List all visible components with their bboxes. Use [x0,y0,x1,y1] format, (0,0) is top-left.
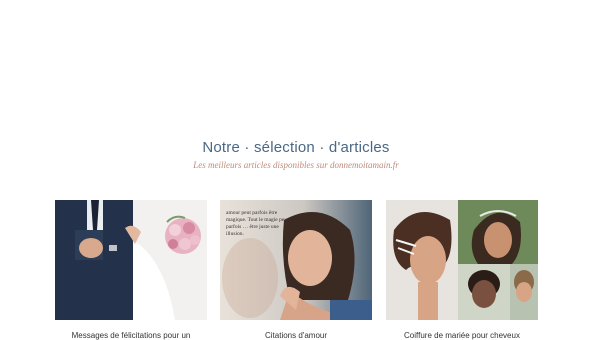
bridal-hairstyles-image[interactable] [386,200,538,320]
header-area [0,0,592,130]
article-caption[interactable]: Messages de félicitations pour un [55,331,207,340]
article-card-wedding-messages[interactable]: Messages de félicitations pour un [55,200,207,340]
quote-overlay-text: amour peut parfois être magique. Tout le… [226,210,289,237]
section-title: Notre · sélection · d'articles [202,139,390,156]
section-subtitle: Les meilleurs articles disponibles sur d… [193,160,399,170]
wedding-couple-image[interactable] [55,200,207,320]
article-card-bridal-hairstyles[interactable]: Coiffure de mariée pour cheveux [386,200,538,340]
woman-thinking-image[interactable]: amour peut parfois être magique. Tout le… [220,200,372,320]
article-caption[interactable]: Coiffure de mariée pour cheveux [386,331,538,340]
article-card-love-quotes[interactable]: amour peut parfois être magique. Tout le… [220,200,372,340]
article-caption[interactable]: Citations d'amour [220,331,372,340]
